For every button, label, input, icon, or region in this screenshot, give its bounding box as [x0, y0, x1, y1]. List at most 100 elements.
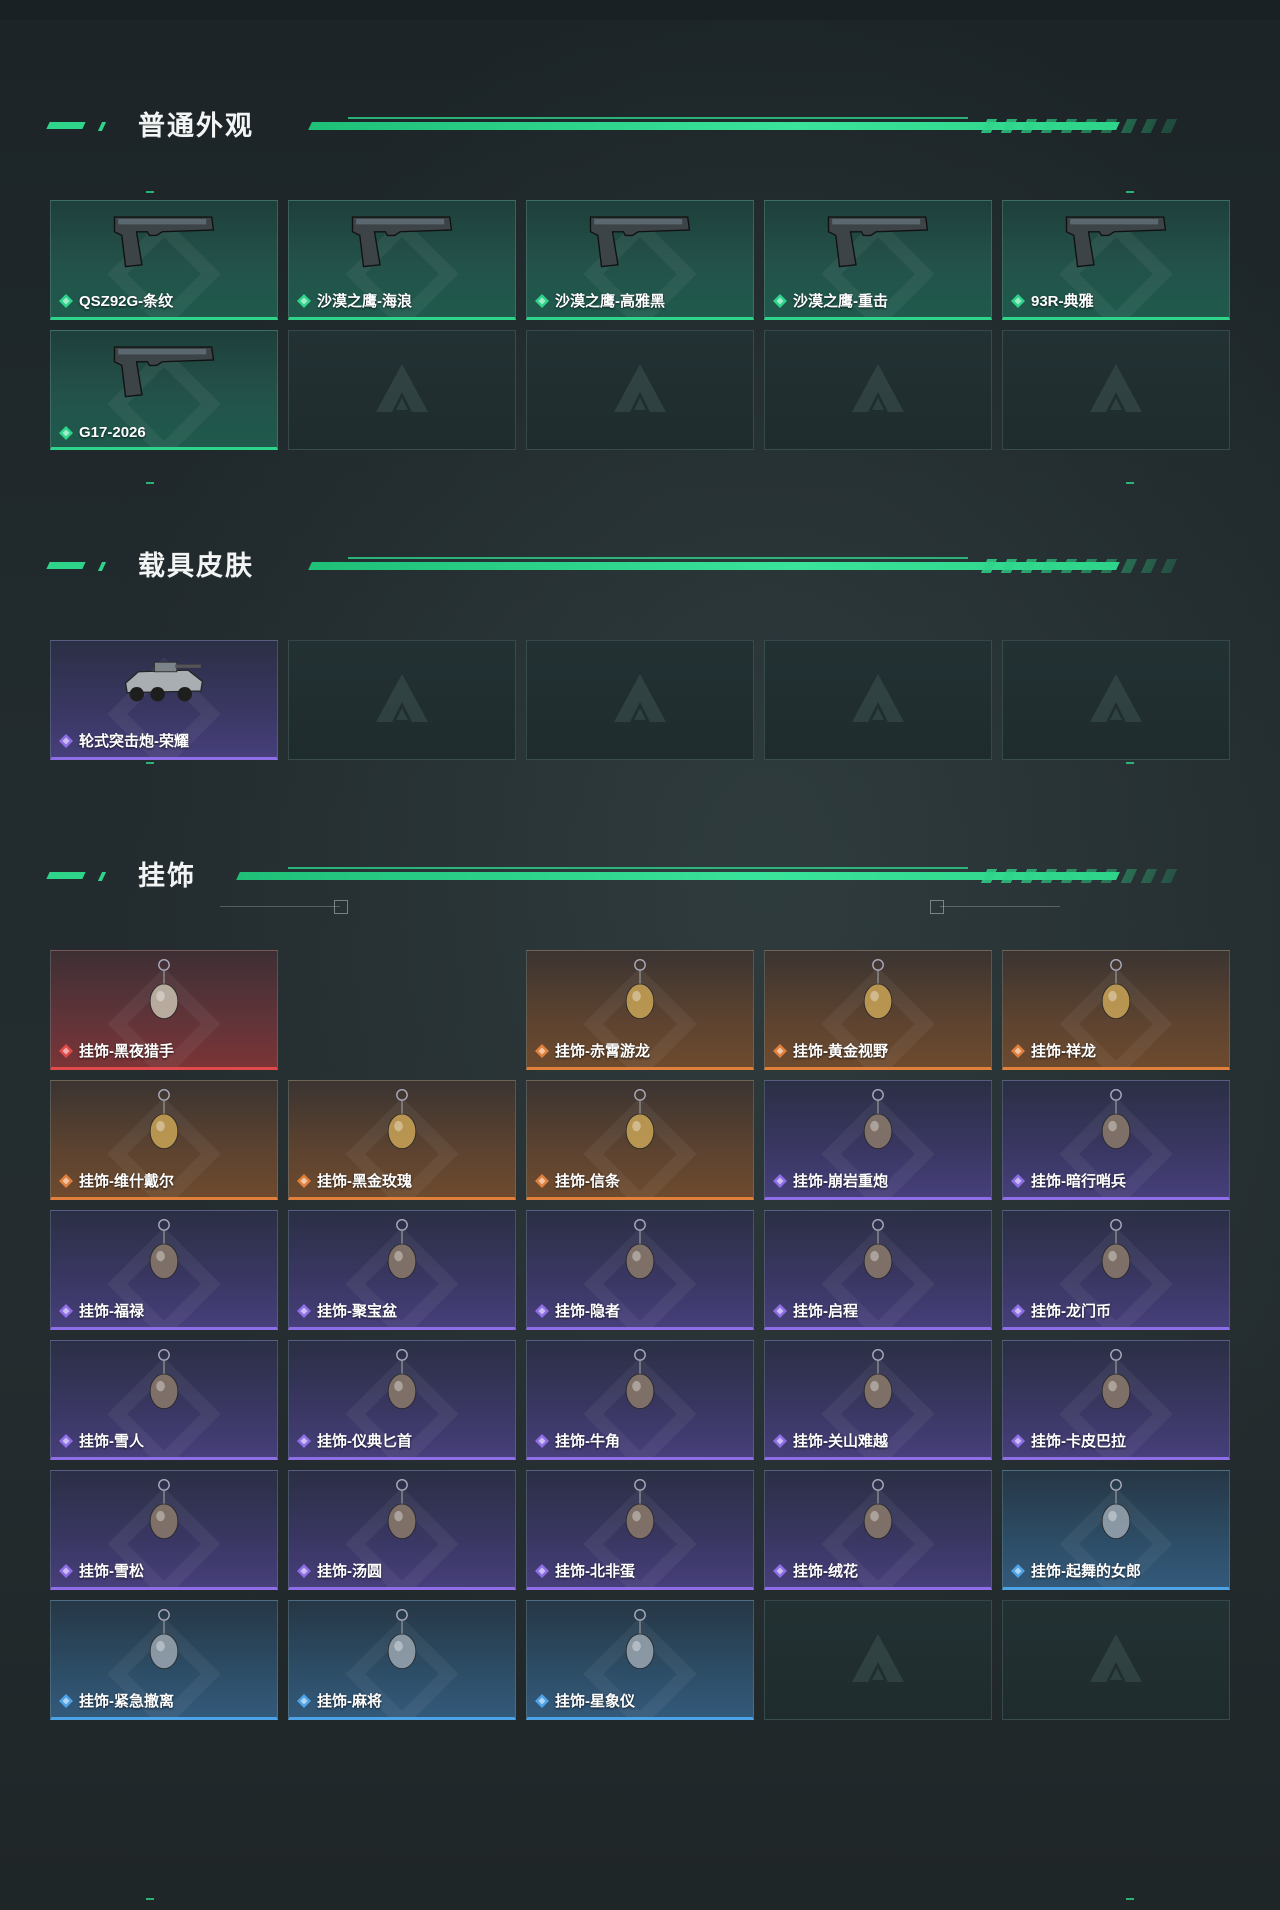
- item-label-row: 挂饰-崩岩重炮: [773, 1170, 888, 1191]
- item-card[interactable]: 挂饰-麻将: [288, 1600, 516, 1720]
- item-card[interactable]: 挂饰-祥龙: [1002, 950, 1230, 1070]
- rarity-diamond-icon: [1011, 1303, 1025, 1318]
- item-card[interactable]: 挂饰-雪松: [50, 1470, 278, 1590]
- item-card[interactable]: 挂饰-紧急撤离: [50, 1600, 278, 1720]
- item-label-row: 挂饰-卡皮巴拉: [1011, 1430, 1126, 1451]
- hud-decor-line: [220, 906, 340, 907]
- item-card[interactable]: 沙漠之鹰-海浪: [288, 200, 516, 320]
- charms-grid: 挂饰-黑夜猎手 挂饰-赤霄游龙 挂饰-黄金视野 挂饰-祥龙挂饰-维什戴尔 挂饰-黑金玫瑰…: [50, 950, 1230, 1720]
- item-card[interactable]: 挂饰-仪典匕首: [288, 1340, 516, 1460]
- rarity-diamond-icon: [1011, 1043, 1025, 1058]
- charm-icon: [625, 1089, 655, 1150]
- empty-slot: [764, 330, 992, 450]
- logo-watermark-icon: [852, 674, 904, 722]
- item-card[interactable]: 挂饰-北非蛋: [526, 1470, 754, 1590]
- item-card[interactable]: 挂饰-龙门币: [1002, 1210, 1230, 1330]
- item-card[interactable]: 挂饰-星象仪: [526, 1600, 754, 1720]
- item-card[interactable]: 挂饰-启程: [764, 1210, 992, 1330]
- header-thin-line: [288, 867, 968, 869]
- item-card[interactable]: 挂饰-福禄: [50, 1210, 278, 1330]
- item-label-row: 挂饰-聚宝盆: [297, 1300, 397, 1321]
- item-card[interactable]: 挂饰-起舞的女郎: [1002, 1470, 1230, 1590]
- item-card[interactable]: 93R-典雅: [1002, 200, 1230, 320]
- item-card[interactable]: 轮式突击炮-荣耀: [50, 640, 278, 760]
- charm-icon: [149, 1349, 179, 1410]
- item-label-row: 挂饰-汤圆: [297, 1560, 382, 1581]
- item-card[interactable]: 挂饰-绒花: [764, 1470, 992, 1590]
- item-label-row: 轮式突击炮-荣耀: [59, 730, 189, 751]
- item-card[interactable]: QSZ92G-条纹: [50, 200, 278, 320]
- item-card[interactable]: 挂饰-卡皮巴拉: [1002, 1340, 1230, 1460]
- rarity-diamond-icon: [535, 1563, 549, 1578]
- charm-icon: [863, 959, 893, 1020]
- charm-icon: [625, 959, 655, 1020]
- item-card[interactable]: 挂饰-崩岩重炮: [764, 1080, 992, 1200]
- header-accent-dash: [46, 562, 86, 569]
- normal-skins-grid: QSZ92G-条纹 沙漠之鹰-海浪 沙漠之鹰-高雅黑 沙漠之鹰-重击 93R-典雅 G17…: [50, 200, 1230, 450]
- charm-icon: [1101, 1089, 1131, 1150]
- logo-watermark-icon: [614, 674, 666, 722]
- item-card[interactable]: G17-2026: [50, 330, 278, 450]
- item-label-row: G17-2026: [59, 424, 146, 441]
- item-card[interactable]: 挂饰-黄金视野: [764, 950, 992, 1070]
- item-card[interactable]: 挂饰-牛角: [526, 1340, 754, 1460]
- rarity-diamond-icon: [297, 1433, 311, 1448]
- rarity-diamond-icon: [59, 293, 73, 308]
- logo-watermark-icon: [1090, 1634, 1142, 1682]
- hud-decor-square: [930, 900, 944, 914]
- item-card[interactable]: 挂饰-隐者: [526, 1210, 754, 1330]
- charm-icon: [149, 1609, 179, 1670]
- item-card[interactable]: 挂饰-聚宝盆: [288, 1210, 516, 1330]
- item-card[interactable]: 挂饰-汤圆: [288, 1470, 516, 1590]
- item-label-row: 挂饰-雪松: [59, 1560, 144, 1581]
- pistol-icon: [113, 216, 215, 268]
- item-card[interactable]: 挂饰-信条: [526, 1080, 754, 1200]
- vehicle-skins-grid: 轮式突击炮-荣耀: [50, 640, 1230, 760]
- pistol-icon: [589, 216, 691, 268]
- item-name: 挂饰-汤圆: [317, 1563, 382, 1580]
- item-name: 挂饰-牛角: [555, 1433, 620, 1450]
- item-card[interactable]: 挂饰-暗行哨兵: [1002, 1080, 1230, 1200]
- rarity-diamond-icon: [773, 1173, 787, 1188]
- item-name: 挂饰-福禄: [79, 1303, 144, 1320]
- item-card[interactable]: 挂饰-雪人: [50, 1340, 278, 1460]
- item-card[interactable]: 挂饰-赤霄游龙: [526, 950, 754, 1070]
- item-name: 挂饰-黑夜猎手: [79, 1043, 174, 1060]
- item-name: 挂饰-绒花: [793, 1563, 858, 1580]
- item-name: 93R-典雅: [1031, 293, 1094, 310]
- empty-slot: [764, 640, 992, 760]
- corner-tick: [146, 482, 154, 484]
- rarity-diamond-icon: [297, 1303, 311, 1318]
- charm-icon: [387, 1219, 417, 1280]
- item-card[interactable]: 挂饰-关山难越: [764, 1340, 992, 1460]
- rarity-diamond-icon: [59, 1303, 73, 1318]
- item-card[interactable]: 沙漠之鹰-高雅黑: [526, 200, 754, 320]
- vehicle-icon: [124, 661, 204, 702]
- logo-watermark-icon: [376, 364, 428, 412]
- corner-tick: [146, 762, 154, 764]
- item-name: 挂饰-龙门币: [1031, 1303, 1111, 1320]
- item-label-row: 挂饰-祥龙: [1011, 1040, 1096, 1061]
- rarity-diamond-icon: [773, 293, 787, 308]
- header-checker-pattern: [980, 869, 1188, 883]
- item-name: 挂饰-麻将: [317, 1693, 382, 1710]
- rarity-diamond-icon: [535, 1303, 549, 1318]
- item-name: 挂饰-崩岩重炮: [793, 1173, 888, 1190]
- rarity-diamond-icon: [59, 1693, 73, 1708]
- item-card[interactable]: 沙漠之鹰-重击: [764, 200, 992, 320]
- item-card[interactable]: 挂饰-维什戴尔: [50, 1080, 278, 1200]
- header-thin-line: [348, 557, 968, 559]
- logo-watermark-icon: [614, 364, 666, 412]
- item-card[interactable]: 挂饰-黑夜猎手: [50, 950, 278, 1070]
- corner-tick: [146, 1898, 154, 1900]
- item-card[interactable]: 挂饰-黑金玫瑰: [288, 1080, 516, 1200]
- rarity-diamond-icon: [773, 1303, 787, 1318]
- rarity-diamond-icon: [59, 1043, 73, 1058]
- item-label-row: 挂饰-仪典匕首: [297, 1430, 412, 1451]
- item-name: 挂饰-黑金玫瑰: [317, 1173, 412, 1190]
- item-label-row: 挂饰-绒花: [773, 1560, 858, 1581]
- charm-icon: [863, 1479, 893, 1540]
- rarity-diamond-icon: [773, 1433, 787, 1448]
- header-accent-dash: [97, 122, 107, 131]
- item-name: 挂饰-赤霄游龙: [555, 1043, 650, 1060]
